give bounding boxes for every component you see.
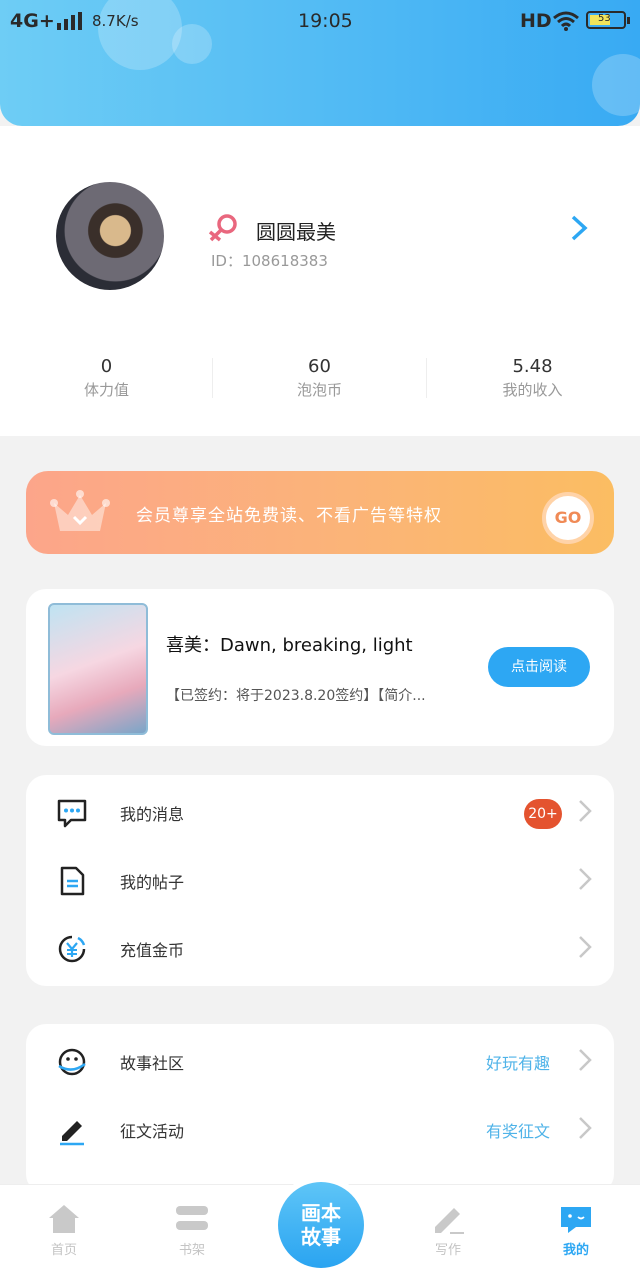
header-background: 4G+ 8.7K/s 19:05 HD 53 xyxy=(0,0,640,126)
profile-section: 圆圆最美 ID：108618383 0 体力值 60 泡泡币 5.48 我的收入 xyxy=(0,126,640,436)
menu-label: 我的消息 xyxy=(120,805,185,824)
yuan-coin-icon xyxy=(56,933,88,965)
stat-value: 60 xyxy=(308,356,331,377)
menu-label: 充值金币 xyxy=(120,941,185,960)
pencil-icon xyxy=(56,1114,88,1146)
nickname: 圆圆最美 xyxy=(256,220,336,244)
menu-label: 我的帖子 xyxy=(120,873,185,892)
stat-bubble-coins[interactable]: 60 泡泡币 xyxy=(213,356,426,400)
tab-write[interactable]: 写作 xyxy=(408,1203,488,1258)
decor-bubble xyxy=(98,0,182,70)
menu-item-recharge[interactable]: 充值金币 xyxy=(26,915,614,983)
battery-level: 53 xyxy=(598,13,611,24)
menu-group-personal: 我的消息 20+ 我的帖子 充值金币 xyxy=(26,775,614,986)
tab-label: 写作 xyxy=(434,1243,461,1258)
chevron-right-icon xyxy=(578,867,592,891)
stat-value: 0 xyxy=(100,356,113,377)
book-description: 【已签约：将于2023.8.20签约】【简介... xyxy=(166,688,426,704)
menu-label: 故事社区 xyxy=(120,1054,185,1073)
document-icon xyxy=(56,865,88,897)
tab-home[interactable]: 首页 xyxy=(24,1203,104,1258)
stat-label: 泡泡币 xyxy=(296,381,342,399)
unread-badge: 20+ xyxy=(524,799,562,829)
message-icon xyxy=(56,797,88,829)
menu-tag: 有奖征文 xyxy=(485,1122,550,1141)
home-icon xyxy=(49,1205,79,1233)
stat-stamina[interactable]: 0 体力值 xyxy=(0,356,213,400)
tab-label: 我的 xyxy=(562,1243,589,1258)
crown-icon xyxy=(50,487,110,541)
tab-label: 首页 xyxy=(50,1243,77,1258)
profile-chevron-icon[interactable] xyxy=(570,214,588,246)
menu-item-posts[interactable]: 我的帖子 xyxy=(26,847,614,915)
center-story-button[interactable]: 画本 故事 xyxy=(278,1182,364,1268)
tab-label: 书架 xyxy=(178,1243,205,1258)
book-cover-image[interactable] xyxy=(48,603,148,735)
menu-item-messages[interactable]: 我的消息 20+ xyxy=(26,779,614,847)
hd-indicator: HD xyxy=(520,10,552,32)
clock: 19:05 xyxy=(298,10,353,32)
menu-label: 征文活动 xyxy=(120,1122,185,1141)
chat-bubble-face-icon xyxy=(561,1207,591,1233)
planet-face-icon xyxy=(56,1046,88,1078)
chevron-right-icon xyxy=(578,799,592,823)
bookshelf-icon xyxy=(176,1206,208,1230)
network-speed: 8.7K/s xyxy=(92,12,139,30)
chevron-right-icon xyxy=(578,1116,592,1140)
avatar[interactable] xyxy=(56,182,164,290)
book-card[interactable]: 喜美：Dawn, breaking, light 【已签约：将于2023.8.2… xyxy=(26,589,614,746)
write-icon xyxy=(435,1208,464,1234)
tab-mine[interactable]: 我的 xyxy=(536,1203,616,1258)
user-id: ID：108618383 xyxy=(211,252,328,270)
chevron-right-icon xyxy=(578,1048,592,1072)
read-button[interactable]: 点击阅读 xyxy=(488,647,590,687)
chevron-right-icon xyxy=(578,935,592,959)
stat-label: 体力值 xyxy=(83,381,129,399)
female-icon xyxy=(208,212,240,248)
tab-bookshelf[interactable]: 书架 xyxy=(152,1203,232,1258)
menu-item-story-community[interactable]: 故事社区 好玩有趣 xyxy=(26,1028,614,1096)
battery-icon: 53 xyxy=(586,11,630,29)
stat-label: 我的收入 xyxy=(502,381,563,399)
wifi-icon xyxy=(552,10,580,36)
decor-bubble xyxy=(172,24,212,64)
vip-banner[interactable]: 会员尊享全站免费读、不看广告等特权 GO xyxy=(26,471,614,554)
signal-icon xyxy=(56,12,82,34)
book-title: 喜美：Dawn, breaking, light xyxy=(166,635,413,656)
vip-banner-text: 会员尊享全站免费读、不看广告等特权 xyxy=(136,506,442,526)
decor-bubble xyxy=(592,54,640,116)
menu-tag: 好玩有趣 xyxy=(485,1054,550,1073)
center-button-line1: 画本 xyxy=(301,1201,341,1225)
go-button[interactable]: GO xyxy=(542,492,594,544)
network-type: 4G+ xyxy=(10,10,55,32)
menu-item-writing-contest[interactable]: 征文活动 有奖征文 xyxy=(26,1096,614,1164)
stat-income[interactable]: 5.48 我的收入 xyxy=(426,356,639,400)
center-button-line2: 故事 xyxy=(301,1225,341,1249)
stat-value: 5.48 xyxy=(512,356,553,377)
menu-group-community: 故事社区 好玩有趣 征文活动 有奖征文 xyxy=(26,1024,614,1194)
